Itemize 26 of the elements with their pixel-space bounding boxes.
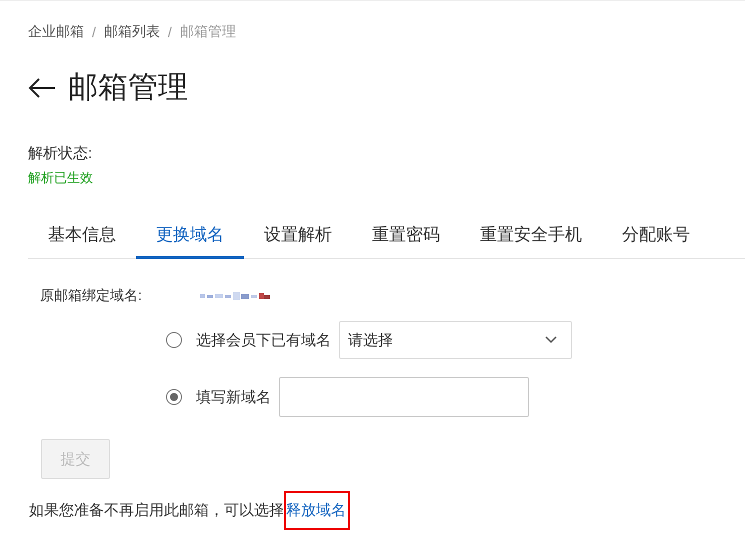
tab[interactable]: 重置安全手机 xyxy=(460,215,602,259)
tab[interactable]: 重置密码 xyxy=(352,215,460,259)
tab[interactable]: 设置解析 xyxy=(244,215,352,259)
breadcrumb-separator: / xyxy=(92,24,96,40)
tab[interactable]: 分配账号 xyxy=(602,215,710,259)
domain-input-field[interactable] xyxy=(279,377,529,417)
status-value: 解析已生效 xyxy=(28,169,94,187)
page-title: 邮箱管理 xyxy=(68,70,188,106)
breadcrumb-item[interactable]: 邮箱列表 xyxy=(104,23,160,41)
redacted-text-drawing xyxy=(200,292,272,300)
status-label: 解析状态: xyxy=(28,144,94,163)
radio-button[interactable] xyxy=(166,389,182,405)
breadcrumb-item[interactable]: 企业邮箱 xyxy=(28,23,84,41)
release-hint-text: 如果您准备不再启用此邮箱，可以选择 xyxy=(29,501,284,520)
tab[interactable]: 更换域名 xyxy=(136,215,244,259)
option-label: 选择会员下已有域名 xyxy=(196,330,331,350)
caret-icon xyxy=(545,336,557,344)
field-label: 原邮箱绑定域名: xyxy=(40,287,143,305)
breadcrumb-separator: / xyxy=(168,24,172,40)
radio-button[interactable] xyxy=(166,332,182,348)
release-domain-link[interactable]: 释放域名 xyxy=(286,502,346,519)
breadcrumb-item: 邮箱管理 xyxy=(180,23,236,41)
back-arrow-icon[interactable] xyxy=(28,78,56,98)
domain-select[interactable]: 请选择 xyxy=(339,321,572,359)
tab[interactable]: 基本信息 xyxy=(28,215,136,259)
option-label: 填写新域名 xyxy=(196,388,271,406)
